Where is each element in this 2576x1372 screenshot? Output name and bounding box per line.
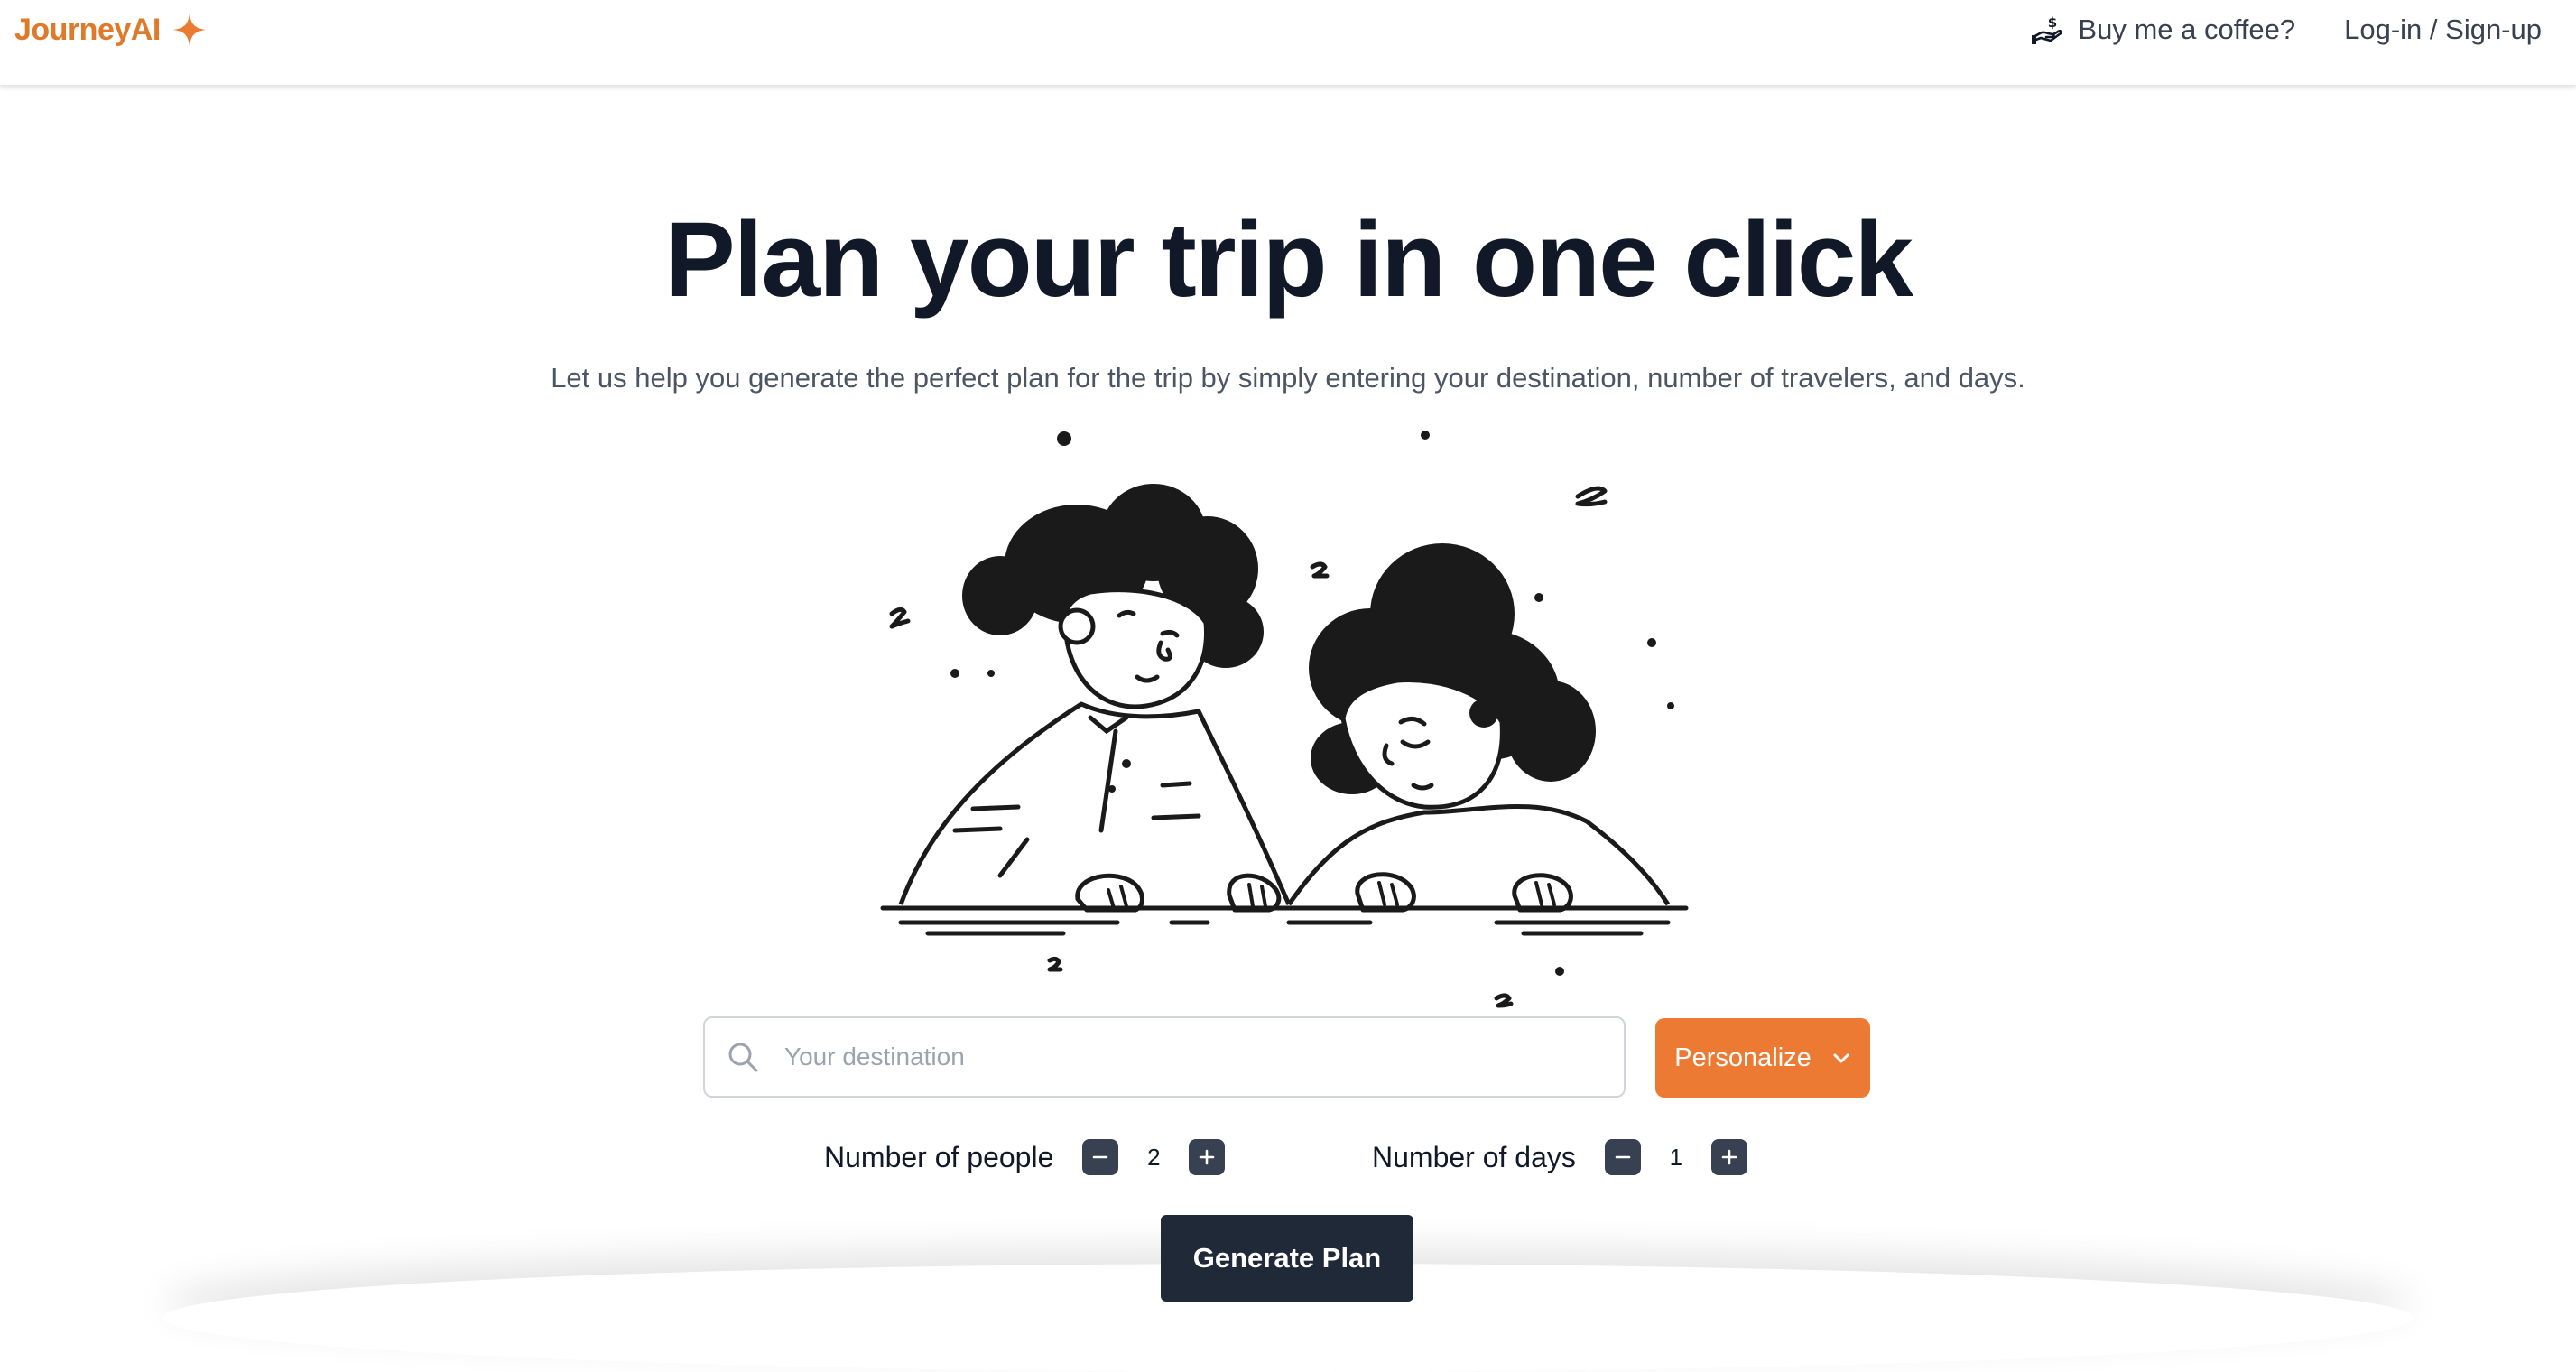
minus-icon — [1093, 1155, 1108, 1159]
people-increment-button[interactable] — [1189, 1139, 1226, 1175]
svg-text:$: $ — [2048, 14, 2057, 31]
generate-plan-button[interactable]: Generate Plan — [1161, 1215, 1413, 1302]
sleeping-travelers-illustration — [880, 431, 1689, 1008]
minus-icon — [1615, 1155, 1631, 1159]
personalize-button[interactable]: Personalize — [1655, 1018, 1870, 1098]
personalize-label: Personalize — [1674, 1043, 1812, 1072]
brand-logo[interactable]: JourneyAI — [14, 4, 208, 56]
buy-coffee-link[interactable]: $ Buy me a coffee? — [2031, 14, 2295, 46]
people-counter: Number of people 2 — [824, 1132, 1226, 1182]
login-signup-link[interactable]: Log-in / Sign-up — [2344, 14, 2542, 46]
days-label: Number of days — [1372, 1140, 1576, 1173]
chevron-down-icon — [1833, 1053, 1849, 1063]
page-title: Plan your trip in one click — [664, 200, 1913, 320]
hand-coin-icon: $ — [2032, 14, 2063, 44]
buy-coffee-label: Buy me a coffee? — [2078, 14, 2296, 45]
brand-name: JourneyAI — [14, 12, 161, 47]
days-value: 1 — [1669, 1143, 1683, 1171]
people-value: 2 — [1147, 1143, 1161, 1171]
search-icon — [728, 1043, 758, 1072]
people-label: Number of people — [824, 1140, 1054, 1173]
sparkle-icon — [172, 14, 206, 46]
plus-icon — [1200, 1149, 1215, 1165]
page-subtitle: Let us help you generate the perfect pla… — [551, 362, 2025, 394]
top-navbar: JourneyAI $ Buy me a coffee? Log-in / Si… — [0, 0, 2576, 86]
days-increment-button[interactable] — [1710, 1139, 1747, 1175]
days-decrement-button[interactable] — [1604, 1139, 1641, 1175]
nav-links: $ Buy me a coffee? Log-in / Sign-up — [2031, 4, 2542, 56]
people-decrement-button[interactable] — [1082, 1139, 1119, 1175]
destination-input[interactable] — [783, 1020, 1624, 1094]
destination-search — [703, 1016, 1626, 1098]
days-counter: Number of days 1 — [1372, 1132, 1747, 1182]
plus-icon — [1721, 1149, 1737, 1165]
